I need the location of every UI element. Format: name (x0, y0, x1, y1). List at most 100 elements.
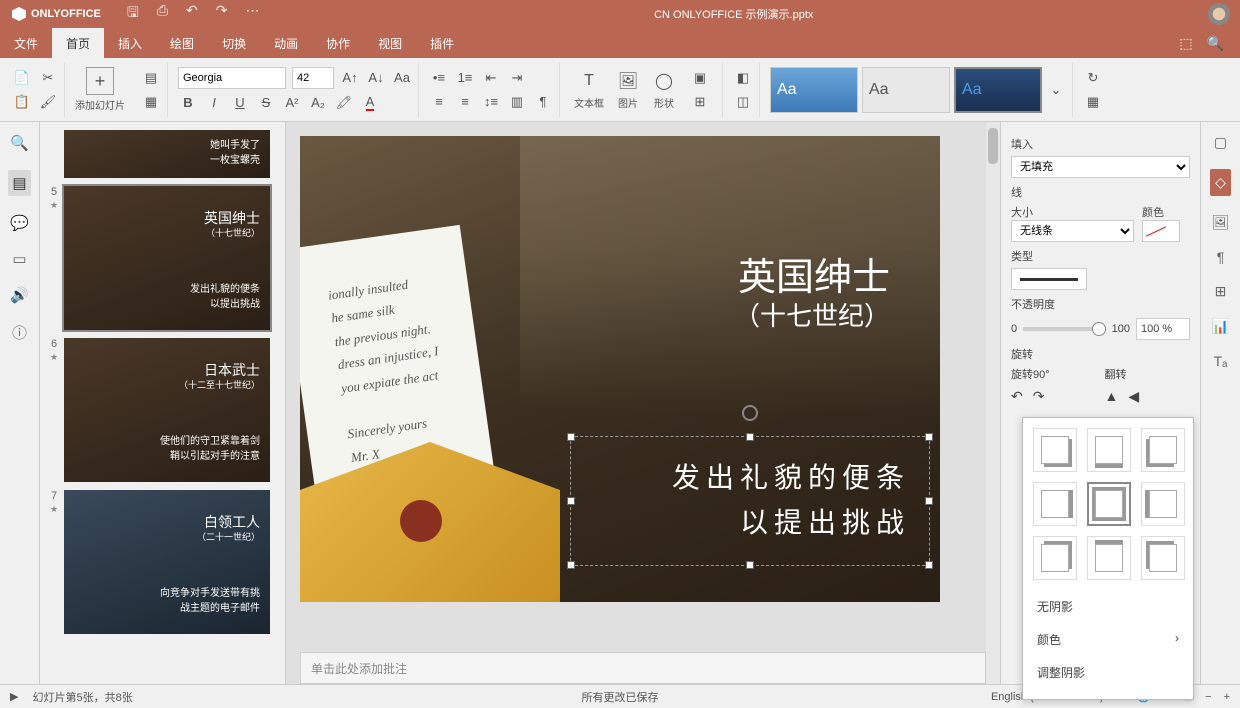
shadow-preset-5[interactable] (1087, 482, 1131, 526)
line-size-select[interactable]: 无线条 (1011, 220, 1134, 242)
slide-settings-icon[interactable]: ▢ (1214, 134, 1227, 151)
flip-h-icon[interactable]: ▲ (1105, 388, 1119, 405)
feedback-icon[interactable]: 🔊 (10, 286, 29, 304)
menu-insert[interactable]: 插入 (104, 28, 156, 58)
resize-handle[interactable] (925, 561, 933, 569)
thumb-5[interactable]: 英国绅士 （十七世纪） 发出礼貌的便条以提出挑战 (64, 186, 270, 330)
rotate-handle[interactable] (742, 405, 758, 421)
superscript-icon[interactable]: A² (282, 93, 302, 113)
bold-icon[interactable]: B (178, 93, 198, 113)
more-icon[interactable]: ⋯ (246, 2, 260, 26)
chat-icon[interactable]: ▭ (12, 250, 26, 268)
resize-handle[interactable] (567, 561, 575, 569)
textart-settings-icon[interactable]: Tₐ (1214, 353, 1228, 369)
indent-dec-icon[interactable]: ⇤ (481, 68, 501, 88)
menu-plugins[interactable]: 插件 (416, 28, 468, 58)
zoom-out-icon[interactable]: − (1205, 691, 1211, 703)
adjust-shadow-item[interactable]: 调整阴影 (1033, 656, 1183, 689)
line-type-select[interactable] (1011, 268, 1087, 290)
resize-handle[interactable] (746, 561, 754, 569)
menu-draw[interactable]: 绘图 (156, 28, 208, 58)
font-select[interactable] (178, 67, 286, 89)
menu-view[interactable]: 视图 (364, 28, 416, 58)
image-button[interactable]: 🖼图片 (612, 69, 644, 110)
resize-handle[interactable] (925, 497, 933, 505)
shape-button[interactable]: ◯形状 (648, 69, 680, 110)
strike-icon[interactable]: S (256, 93, 276, 113)
decrease-font-icon[interactable]: A↓ (366, 68, 386, 88)
no-shadow-item[interactable]: 无阴影 (1033, 590, 1183, 623)
increase-font-icon[interactable]: A↑ (340, 68, 360, 88)
scroll-thumb[interactable] (988, 128, 998, 164)
current-slide[interactable]: 英国绅士 （十七世纪） ionally insulted he same sil… (300, 136, 940, 602)
change-case-icon[interactable]: Aa (392, 68, 412, 88)
shadow-preset-2[interactable] (1087, 428, 1131, 472)
opacity-value[interactable]: 100 % (1136, 318, 1190, 340)
fill-select[interactable]: 无填充 (1011, 156, 1190, 178)
thumb-prev[interactable]: 她叫手发了一枚宝螺壳 (64, 130, 270, 178)
font-color-icon[interactable]: A (360, 93, 380, 113)
resize-handle[interactable] (567, 497, 575, 505)
select-icon[interactable]: ▦ (1083, 92, 1103, 112)
bullets-icon[interactable]: •≡ (429, 68, 449, 88)
highlight-icon[interactable]: 🖍 (334, 93, 354, 113)
resize-handle[interactable] (746, 433, 754, 441)
shape-settings-icon[interactable]: ◇ (1210, 169, 1231, 196)
shadow-preset-7[interactable] (1033, 536, 1077, 580)
replace-icon[interactable]: ↻ (1083, 68, 1103, 88)
shape-outline-icon[interactable]: ◫ (733, 92, 753, 112)
format-painter-icon[interactable]: 🖌 (38, 92, 58, 112)
paste-icon[interactable]: 📋 (12, 92, 32, 112)
slides-icon[interactable]: ▤ (8, 170, 30, 196)
comments-icon[interactable]: 💬 (10, 214, 29, 232)
resize-handle[interactable] (567, 433, 575, 441)
thumb-7[interactable]: 白领工人 （二十一世纪） 向竞争对手发送带有挑战主题的电子邮件 (64, 490, 270, 634)
line-color-picker[interactable] (1142, 220, 1180, 242)
arrange-icon[interactable]: ▣ (690, 68, 710, 88)
paragraph-settings-icon[interactable]: ¶ (1217, 249, 1225, 265)
undo-icon[interactable]: ↶ (186, 2, 198, 26)
subscript-icon[interactable]: A₂ (308, 93, 328, 113)
add-slide-button[interactable]: + 添加幻灯片 (69, 67, 131, 112)
align-center-icon[interactable]: ≡ (455, 92, 475, 112)
chart-settings-icon[interactable]: 📊 (1212, 318, 1229, 335)
layout-icon[interactable]: ▤ (141, 68, 161, 88)
user-avatar[interactable] (1208, 3, 1230, 25)
line-spacing-icon[interactable]: ↕≡ (481, 92, 501, 112)
theme-more-icon[interactable]: ⌄ (1046, 80, 1066, 100)
text-dir-icon[interactable]: ¶ (533, 92, 553, 112)
shape-fill-icon[interactable]: ◧ (733, 68, 753, 88)
search-icon[interactable]: 🔍 (1207, 35, 1224, 52)
cut-icon[interactable]: ✂ (38, 68, 58, 88)
numbering-icon[interactable]: 1≡ (455, 68, 475, 88)
theme-1[interactable]: Aa (770, 67, 858, 113)
reset-icon[interactable]: ▦ (141, 92, 161, 112)
shadow-preset-9[interactable] (1141, 536, 1185, 580)
menu-transition[interactable]: 切换 (208, 28, 260, 58)
indent-inc-icon[interactable]: ⇥ (507, 68, 527, 88)
resize-handle[interactable] (925, 433, 933, 441)
play-icon[interactable]: ▶ (10, 690, 18, 703)
align-obj-icon[interactable]: ⊞ (690, 92, 710, 112)
slider-handle[interactable] (1092, 322, 1106, 336)
textbox-button[interactable]: T文本框 (570, 69, 608, 110)
underline-icon[interactable]: U (230, 93, 250, 113)
italic-icon[interactable]: I (204, 93, 224, 113)
redo-icon[interactable]: ↷ (216, 2, 228, 26)
rotate-right-icon[interactable]: ↷ (1033, 388, 1045, 405)
menu-collab[interactable]: 协作 (312, 28, 364, 58)
save-icon[interactable]: 🖫 (127, 2, 139, 26)
print-icon[interactable]: ⎙ (157, 2, 168, 26)
thumb-6[interactable]: 日本武士 （十二至十七世纪） 使他们的守卫紧靠着剑鞘以引起对手的注意 (64, 338, 270, 482)
shadow-color-item[interactable]: 颜色› (1033, 623, 1183, 656)
menu-home[interactable]: 首页 (52, 28, 104, 58)
shadow-preset-6[interactable] (1141, 482, 1185, 526)
slide-thumbnails[interactable]: 她叫手发了一枚宝螺壳 5★ 英国绅士 （十七世纪） 发出礼貌的便条以提出挑战 6… (40, 122, 286, 684)
menu-animation[interactable]: 动画 (260, 28, 312, 58)
selection-box[interactable] (570, 436, 930, 566)
zoom-in-icon[interactable]: + (1224, 691, 1230, 703)
opacity-slider[interactable] (1023, 327, 1106, 331)
about-icon[interactable]: ⓘ (12, 322, 27, 343)
image-settings-icon[interactable]: 🖼 (1212, 214, 1230, 231)
shadow-preset-1[interactable] (1033, 428, 1077, 472)
